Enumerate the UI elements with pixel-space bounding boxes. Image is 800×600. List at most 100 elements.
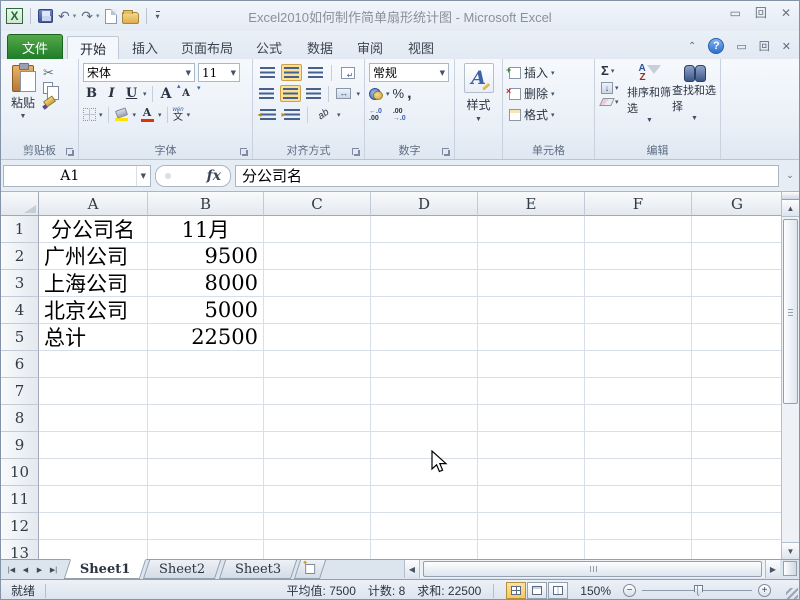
wrap-text-button[interactable] [337, 64, 358, 81]
cell-A8[interactable] [39, 405, 148, 432]
cell-B5[interactable]: 22500 [148, 324, 264, 351]
scroll-right-icon[interactable]: ▶ [765, 560, 780, 578]
cell-B11[interactable] [148, 486, 264, 513]
underline-dropdown-icon[interactable]: ▾ [143, 90, 147, 98]
cell-E13[interactable] [478, 540, 585, 559]
new-workbook-icon[interactable] [105, 9, 117, 24]
phonetic-guide-button[interactable]: wén 文 [173, 107, 184, 123]
cell-D8[interactable] [371, 405, 478, 432]
cell-G6[interactable] [692, 351, 783, 378]
row-header-12[interactable]: 12 [1, 513, 39, 540]
horizontal-scrollbar[interactable]: ◀ ▶ [404, 560, 780, 578]
cell-E5[interactable] [478, 324, 585, 351]
cell-F4[interactable] [585, 297, 692, 324]
font-dialog-launcher-icon[interactable] [240, 148, 249, 157]
comma-style-button[interactable]: , [407, 89, 411, 99]
zoom-slider-thumb[interactable] [694, 585, 703, 596]
cell-D11[interactable] [371, 486, 478, 513]
cell-A6[interactable] [39, 351, 148, 378]
cell-E8[interactable] [478, 405, 585, 432]
page-layout-view-button[interactable] [527, 582, 547, 599]
tab-file[interactable]: 文件 [7, 34, 63, 59]
cell-F1[interactable] [585, 216, 692, 243]
cell-C10[interactable] [264, 459, 371, 486]
borders-button[interactable] [83, 108, 96, 121]
cell-C7[interactable] [264, 378, 371, 405]
cell-D4[interactable] [371, 297, 478, 324]
cell-F8[interactable] [585, 405, 692, 432]
cell-A7[interactable] [39, 378, 148, 405]
undo-icon[interactable]: ↶ [58, 9, 70, 23]
cell-D9[interactable] [371, 432, 478, 459]
column-header-G[interactable]: G [692, 192, 783, 216]
cell-D1[interactable] [371, 216, 478, 243]
cell-B6[interactable] [148, 351, 264, 378]
align-left-button[interactable] [257, 85, 277, 102]
page-break-view-button[interactable] [548, 582, 568, 599]
cell-E1[interactable] [478, 216, 585, 243]
cell-C11[interactable] [264, 486, 371, 513]
number-dialog-launcher-icon[interactable] [442, 148, 451, 157]
cell-D3[interactable] [371, 270, 478, 297]
grow-font-button[interactable]: A [158, 85, 175, 103]
tab-data[interactable]: 数据 [295, 36, 345, 59]
font-color-button[interactable]: A [139, 107, 155, 122]
cell-E6[interactable] [478, 351, 585, 378]
cell-A10[interactable] [39, 459, 148, 486]
row-header-9[interactable]: 9 [1, 432, 39, 459]
cell-F6[interactable] [585, 351, 692, 378]
cell-B8[interactable] [148, 405, 264, 432]
save-icon[interactable] [38, 9, 53, 23]
cell-E7[interactable] [478, 378, 585, 405]
align-right-button[interactable] [304, 85, 324, 102]
workbook-close-button[interactable]: ✕ [782, 40, 791, 53]
cell-D7[interactable] [371, 378, 478, 405]
tab-split-handle[interactable] [783, 561, 797, 576]
column-header-A[interactable]: A [39, 192, 148, 216]
scroll-up-icon[interactable]: ▲ [782, 200, 799, 217]
cell-G11[interactable] [692, 486, 783, 513]
row-header-13[interactable]: 13 [1, 540, 39, 559]
cell-A3[interactable]: 上海公司 [39, 270, 148, 297]
orientation-button[interactable]: ab [313, 106, 334, 123]
cell-E4[interactable] [478, 297, 585, 324]
cell-C1[interactable] [264, 216, 371, 243]
cell-G10[interactable] [692, 459, 783, 486]
sort-filter-button[interactable]: AZ 排序和筛选 ▼ [627, 63, 672, 145]
row-header-2[interactable]: 2 [1, 243, 39, 270]
next-sheet-icon[interactable]: ▶ [33, 566, 46, 574]
clear-button[interactable] [599, 98, 615, 106]
name-box-dropdown-icon[interactable]: ▼ [136, 166, 150, 186]
cell-A9[interactable] [39, 432, 148, 459]
insert-cells-button[interactable]: 插入▾ [509, 63, 592, 82]
restore-button[interactable]: 回 [755, 7, 767, 19]
zoom-out-button[interactable]: − [623, 584, 636, 597]
accounting-format-icon[interactable] [369, 88, 383, 100]
resize-grip[interactable] [786, 588, 798, 600]
zoom-in-button[interactable]: + [758, 584, 771, 597]
workbook-minimize-button[interactable]: ▭ [736, 40, 746, 53]
cell-A11[interactable] [39, 486, 148, 513]
cell-A12[interactable] [39, 513, 148, 540]
cell-C5[interactable] [264, 324, 371, 351]
cell-styles-button[interactable]: A [464, 63, 494, 93]
column-header-E[interactable]: E [478, 192, 585, 216]
row-header-5[interactable]: 5 [1, 324, 39, 351]
cell-F7[interactable] [585, 378, 692, 405]
close-button[interactable]: ✕ [781, 7, 791, 19]
cell-F3[interactable] [585, 270, 692, 297]
cell-C3[interactable] [264, 270, 371, 297]
cell-E11[interactable] [478, 486, 585, 513]
cell-F11[interactable] [585, 486, 692, 513]
cell-F10[interactable] [585, 459, 692, 486]
decrease-decimal-button[interactable]: .00→.0 [393, 108, 406, 122]
vertical-scroll-thumb[interactable] [783, 219, 798, 404]
collapse-ribbon-icon[interactable]: ⌃ [688, 41, 696, 52]
row-header-3[interactable]: 3 [1, 270, 39, 297]
column-header-C[interactable]: C [264, 192, 371, 216]
cut-icon[interactable]: ✂ [43, 66, 57, 79]
cell-C4[interactable] [264, 297, 371, 324]
formula-input[interactable]: 分公司名 [235, 165, 779, 187]
minimize-button[interactable]: ▭ [730, 7, 741, 19]
copy-icon[interactable] [43, 82, 53, 94]
